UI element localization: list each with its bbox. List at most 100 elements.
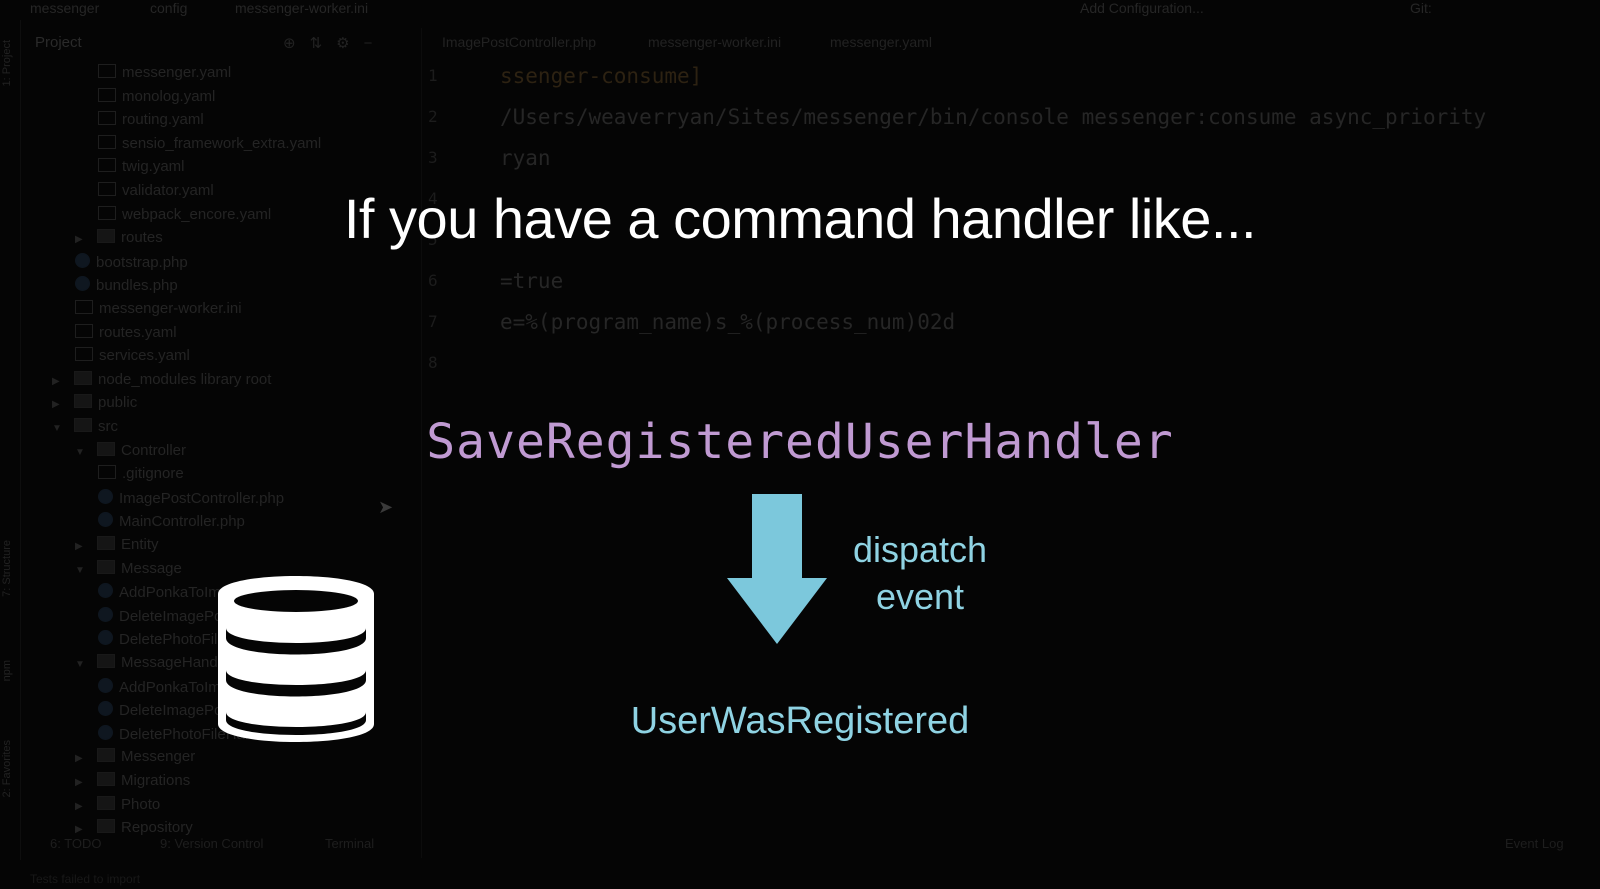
title-segment[interactable]: messenger-worker.ini bbox=[235, 0, 368, 16]
tree-item-label: monolog.yaml bbox=[122, 87, 216, 105]
tool-tab-structure[interactable]: 7: Structure bbox=[1, 540, 13, 597]
tree-item-label: sensio_framework_extra.yaml bbox=[122, 134, 322, 152]
code-line[interactable]: =true bbox=[500, 269, 563, 293]
php-file-icon bbox=[98, 630, 113, 646]
editor-tab[interactable]: messenger.yaml bbox=[830, 34, 932, 50]
expand-arrow-icon[interactable]: ▶ bbox=[75, 753, 97, 764]
php-file-icon bbox=[98, 583, 113, 599]
dispatch-label-line1: dispatch bbox=[852, 529, 988, 570]
dispatch-event-label: dispatch event bbox=[830, 526, 1010, 620]
tree-item-label: services.yaml bbox=[99, 347, 190, 365]
tree-item-label: routing.yaml bbox=[122, 111, 204, 129]
tree-item-label: Messenger bbox=[121, 748, 196, 766]
down-arrow-icon bbox=[727, 494, 827, 644]
project-panel-tools[interactable]: ⊕⇅⚙− bbox=[283, 34, 386, 52]
tree-item-label: Message bbox=[121, 559, 182, 577]
tree-item[interactable]: ▶ Entity bbox=[75, 536, 159, 553]
tree-item[interactable]: messenger.yaml bbox=[98, 64, 231, 81]
ide-status-message: Tests failed to import bbox=[30, 872, 141, 886]
tree-item[interactable]: ▶ Migrations bbox=[75, 772, 190, 789]
expand-arrow-icon[interactable]: ▶ bbox=[52, 399, 74, 410]
folder-file-icon bbox=[97, 772, 115, 786]
tree-item[interactable]: ▼ MessageHandler bbox=[75, 654, 234, 671]
tree-item[interactable]: twig.yaml bbox=[98, 158, 185, 175]
tree-item-label: Migrations bbox=[121, 772, 191, 789]
expand-arrow-icon[interactable]: ▼ bbox=[75, 659, 97, 670]
ide-titlebar: messenger config messenger-worker.ini Ad… bbox=[0, 0, 1600, 20]
php-file-icon bbox=[98, 606, 113, 622]
tool-tab-favorites[interactable]: 2: Favorites bbox=[1, 740, 13, 797]
tree-item[interactable]: messenger-worker.ini bbox=[75, 300, 242, 317]
code-line[interactable]: e=%(program_name)s_%(process_num)02d bbox=[500, 310, 955, 334]
title-segment[interactable]: config bbox=[150, 0, 187, 16]
expand-arrow-icon[interactable]: ▶ bbox=[52, 376, 74, 387]
tree-item-label: messenger-worker.ini bbox=[99, 300, 242, 317]
folder-file-icon bbox=[97, 654, 115, 668]
folder-file-icon bbox=[97, 748, 115, 763]
event-log-tab[interactable]: Event Log bbox=[1505, 836, 1564, 851]
tree-item[interactable]: bootstrap.php bbox=[75, 252, 188, 271]
tool-tab-project[interactable]: 1: Project bbox=[1, 40, 13, 86]
tree-item[interactable]: ▶ Photo bbox=[75, 795, 161, 813]
title-segment[interactable]: messenger bbox=[30, 0, 99, 16]
folder-file-icon bbox=[97, 559, 115, 574]
expand-arrow-icon[interactable]: ▼ bbox=[75, 565, 97, 576]
php-file-icon bbox=[75, 276, 90, 292]
tree-item[interactable]: ImagePostController.php bbox=[98, 488, 284, 507]
tree-item[interactable]: monolog.yaml bbox=[98, 87, 216, 105]
tree-item[interactable]: sensio_framework_extra.yaml bbox=[98, 134, 322, 152]
tree-item[interactable]: MainController.php bbox=[98, 512, 245, 530]
tool-tab-npm[interactable]: npm bbox=[1, 660, 13, 681]
yaml-file-icon bbox=[98, 87, 116, 102]
line-number: 8 bbox=[428, 353, 438, 372]
ini-file-icon bbox=[75, 300, 93, 314]
tree-item[interactable]: ▼ Message bbox=[75, 559, 182, 577]
expand-arrow-icon[interactable]: ▶ bbox=[75, 541, 97, 552]
yaml-file-icon bbox=[75, 323, 93, 338]
editor-tab[interactable]: ImagePostController.php bbox=[442, 34, 596, 50]
php-file-icon bbox=[98, 488, 113, 504]
line-number: 6 bbox=[428, 271, 438, 290]
editor-tab-active[interactable]: messenger-worker.ini bbox=[648, 34, 781, 50]
tree-item[interactable]: ▶ public bbox=[52, 394, 137, 411]
folder-file-icon bbox=[97, 795, 115, 810]
yaml-file-icon bbox=[98, 64, 116, 78]
todo-tab[interactable]: 6: TODO bbox=[50, 836, 102, 851]
slide-title: If you have a command handler like... bbox=[343, 187, 1257, 250]
terminal-tab[interactable]: Terminal bbox=[325, 836, 374, 851]
tree-item-label: public bbox=[98, 394, 138, 412]
tree-item[interactable]: routes.yaml bbox=[75, 323, 177, 341]
project-panel-title[interactable]: Project bbox=[35, 34, 82, 51]
expand-arrow-icon[interactable]: ▶ bbox=[75, 777, 97, 788]
tree-item[interactable]: routing.yaml bbox=[98, 111, 204, 128]
run-configuration-button[interactable]: Add Configuration... bbox=[1080, 0, 1204, 16]
folder-file-icon bbox=[74, 370, 92, 385]
yaml-file-icon bbox=[98, 134, 116, 149]
code-line[interactable]: /Users/weaverryan/Sites/messenger/bin/co… bbox=[500, 105, 1486, 129]
yaml-file-icon bbox=[75, 347, 93, 362]
tree-item[interactable]: ▶ Messenger bbox=[75, 748, 195, 765]
version-control-tab[interactable]: 9: Version Control bbox=[160, 836, 263, 851]
tree-item[interactable]: bundles.php bbox=[75, 276, 178, 294]
php-file-icon bbox=[98, 512, 113, 528]
tree-item[interactable]: ▶ node_modules library root bbox=[52, 370, 272, 388]
tree-item-label: bundles.php bbox=[96, 277, 178, 295]
tree-item-label: twig.yaml bbox=[122, 158, 185, 176]
line-number: 7 bbox=[428, 312, 438, 331]
php-file-icon bbox=[75, 252, 90, 268]
php-file-icon bbox=[98, 677, 113, 693]
tree-item-label: bootstrap.php bbox=[96, 253, 188, 271]
expand-arrow-icon[interactable]: ▶ bbox=[75, 801, 97, 812]
tree-item-label: MainController.php bbox=[119, 513, 245, 531]
folder-file-icon bbox=[97, 536, 115, 550]
code-line[interactable]: ryan bbox=[500, 146, 551, 170]
dispatch-label-line2: event bbox=[875, 576, 965, 617]
tree-item-label: node_modules library root bbox=[98, 370, 272, 388]
tree-item-label: routes.yaml bbox=[99, 323, 177, 341]
editor-tab-bar: ImagePostController.php messenger-worker… bbox=[430, 28, 1030, 54]
line-number: 3 bbox=[428, 148, 438, 167]
tree-item-label: Photo bbox=[121, 795, 161, 813]
folder-file-icon bbox=[74, 394, 92, 409]
tree-item[interactable]: services.yaml bbox=[75, 347, 190, 364]
code-line[interactable]: ssenger-consume] bbox=[500, 64, 702, 88]
